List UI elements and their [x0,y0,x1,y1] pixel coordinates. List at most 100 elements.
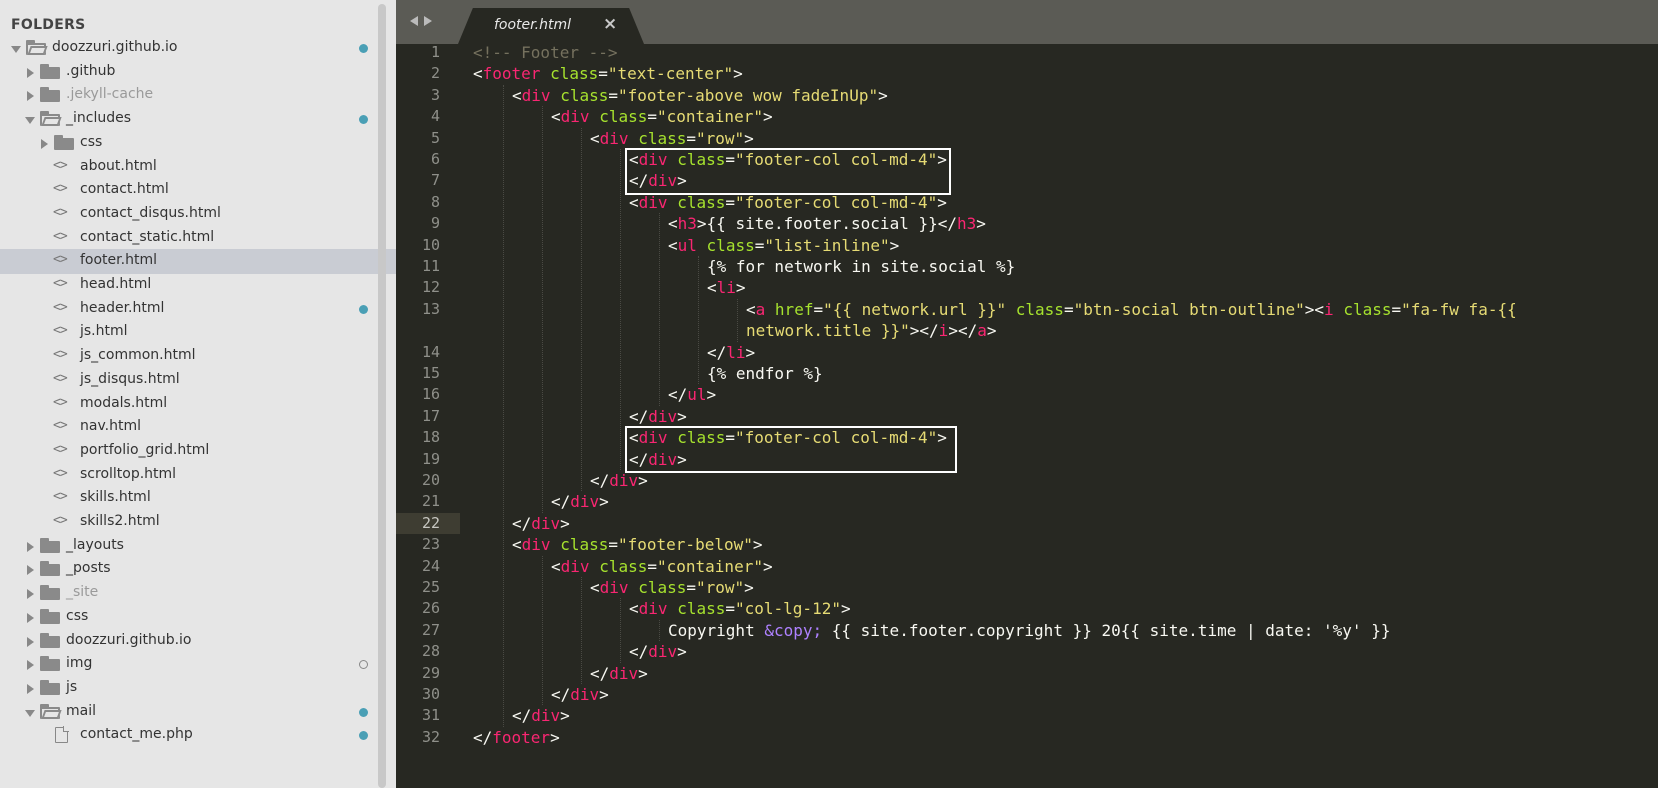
code-token: </ [590,471,610,490]
tree-item[interactable]: <> contact_static.html [0,226,396,251]
tree-item-label: .github [66,62,116,79]
chevron-right-icon[interactable] [27,589,34,600]
chevron-down-icon[interactable] [11,46,21,53]
chevron-right-icon[interactable] [41,138,48,149]
tree-item[interactable]: _posts [0,557,396,582]
code-line[interactable]: </li> [707,342,755,363]
tree-item[interactable]: _layouts [0,534,396,559]
tree-item[interactable]: _includes [0,107,396,132]
tree-item[interactable]: contact_me.php [0,723,396,748]
code-line[interactable]: <div class="footer-col col-md-4"> [629,192,947,213]
tree-item[interactable]: <> modals.html [0,392,396,417]
code-line[interactable]: </div> [629,406,687,427]
code-token: < [668,214,678,234]
code-line[interactable]: <h3>{{ site.footer.social }}</h3> [668,213,986,234]
code-line[interactable]: </div> [551,684,609,705]
chevron-right-icon[interactable] [27,565,34,576]
tab-nav-left-icon[interactable] [410,16,418,26]
tree-item[interactable]: <> scrolltop.html [0,463,396,488]
code-file-icon: <> [53,181,68,197]
code-token: "{{ network.url }}" [823,299,1007,319]
tree-item[interactable]: .github [0,60,396,85]
tree-item[interactable]: doozzuri.github.io [0,36,396,61]
tree-item[interactable]: css [0,131,396,156]
indent-guide [698,256,699,385]
indent-guide [620,598,621,663]
line-number: 19 [421,449,440,468]
tree-item[interactable]: <> about.html [0,155,396,180]
tree-item[interactable]: <> skills.html [0,486,396,511]
code-line[interactable]: </div> [512,513,570,534]
code-token: class [599,107,648,127]
code-line[interactable]: {% for network in site.social %} [707,256,1015,277]
tree-item[interactable]: img [0,652,396,677]
close-icon[interactable]: × [603,14,617,34]
tree-item[interactable]: <> contact.html [0,178,396,203]
code-line[interactable]: <ul class="list-inline"> [668,235,899,256]
code-line[interactable]: <div class="row"> [590,128,754,149]
tree-item-label: js [66,678,78,695]
chevron-right-icon[interactable] [27,612,34,623]
tree-item-label: css [80,133,103,150]
code-line[interactable]: <div class="row"> [590,577,754,598]
sidebar-scrollbar[interactable] [378,4,386,788]
tree-item[interactable]: <> header.html [0,297,396,322]
code-token: div [570,685,600,704]
code-token: class [677,192,726,212]
chevron-right-icon[interactable] [27,660,34,671]
code-token: < [512,85,522,105]
code-token: </ [629,642,649,662]
tree-item[interactable]: <> contact_disqus.html [0,202,396,227]
chevron-down-icon[interactable] [25,709,35,717]
chevron-right-icon[interactable] [27,91,34,102]
chevron-right-icon[interactable] [27,541,34,552]
code-line[interactable]: <div class="footer-below"> [512,534,763,555]
chevron-right-icon[interactable] [27,67,34,78]
tree-item-label: scrolltop.html [80,465,177,482]
tree-item[interactable]: <> js_disqus.html [0,368,396,393]
code-token: < [629,599,639,619]
tree-item[interactable]: <> nav.html [0,415,396,440]
tree-item[interactable]: <> skills2.html [0,510,396,535]
tree-item[interactable]: _site [0,581,396,606]
code-line[interactable]: <div class="col-lg-12"> [629,598,851,619]
code-line[interactable]: {% endfor %} [707,363,823,384]
code-line[interactable]: <footer class="text-center"> [473,63,743,84]
tree-item[interactable]: <> portfolio_grid.html [0,439,396,464]
code-line[interactable]: Copyright &copy; {{ site.footer.copyrigh… [668,620,1390,641]
tree-item[interactable]: .jekyll-cache [0,83,396,108]
tab-footer-html[interactable]: footer.html × [458,8,644,44]
code-line[interactable]: network.title }}"></i></a> [746,320,997,341]
chevron-right-icon[interactable] [27,636,34,647]
code-line[interactable]: <a href="{{ network.url }}" class="btn-s… [746,299,1517,320]
code-line[interactable]: <div class="footer-above wow fadeInUp"> [512,85,888,106]
line-number: 5 [430,128,440,147]
tab-nav-right-icon[interactable] [424,16,432,26]
tree-item[interactable]: <> head.html [0,273,396,298]
code-line[interactable]: <div class="container"> [551,106,773,127]
code-line[interactable]: </div> [512,705,570,726]
code-line[interactable]: <!-- Footer --> [473,44,618,63]
code-line[interactable]: </div> [590,470,648,491]
tree-item[interactable]: doozzuri.github.io [0,629,396,654]
tree-item[interactable]: <> js.html [0,320,396,345]
tree-item[interactable]: mail [0,700,396,725]
code-token: href [774,299,814,319]
code-line[interactable]: </div> [551,491,609,512]
chevron-down-icon[interactable] [25,117,35,125]
code-token: a [977,321,987,341]
code-line[interactable]: </div> [629,641,687,662]
tree-item[interactable]: css [0,605,396,630]
tree-item[interactable]: <> footer.html [0,249,396,275]
code-line[interactable]: </ul> [668,384,716,405]
line-number: 14 [421,342,440,361]
code-line[interactable]: </div> [590,663,648,684]
code-line[interactable]: <li> [707,277,746,298]
chevron-right-icon[interactable] [27,683,34,694]
code-line[interactable]: </footer> [473,727,560,748]
code-line[interactable]: <div class="container"> [551,556,773,577]
code-editor[interactable]: 1 <!-- Footer --> 2 <footer class="text-cen… [396,44,1658,788]
tree-item[interactable]: js [0,676,396,701]
tree-item[interactable]: <> js_common.html [0,344,396,369]
